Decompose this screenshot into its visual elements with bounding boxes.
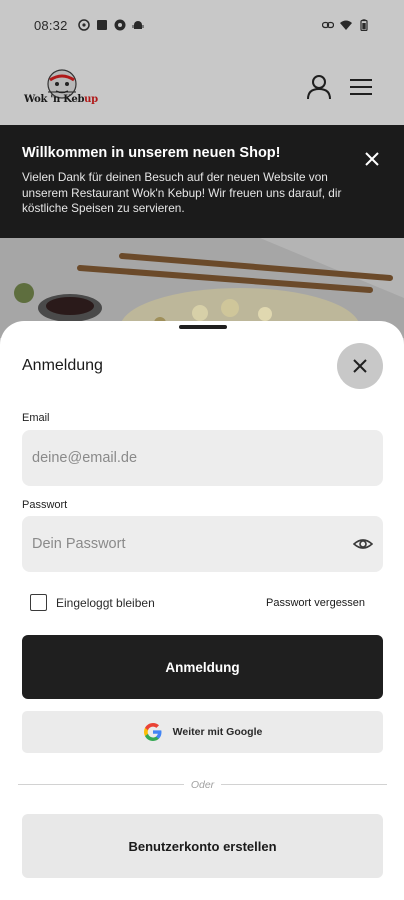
google-login-button[interactable]: Weiter mit Google bbox=[22, 711, 383, 753]
divider: Oder bbox=[18, 779, 387, 791]
user-icon[interactable] bbox=[306, 74, 332, 100]
app-header: Wok 'n Kebup bbox=[0, 50, 404, 125]
email-field-container bbox=[22, 430, 383, 486]
status-time: 08:32 bbox=[34, 17, 68, 33]
close-icon[interactable] bbox=[364, 151, 380, 167]
banner-title: Willkommen in unserem neuen Shop! bbox=[22, 145, 281, 161]
status-bar: 08:32 bbox=[0, 0, 404, 50]
password-field[interactable] bbox=[32, 536, 353, 552]
sheet-title: Anmeldung bbox=[22, 357, 103, 374]
android-icon bbox=[132, 21, 144, 29]
messenger-icon bbox=[77, 19, 90, 31]
google-icon bbox=[143, 723, 162, 741]
remember-label: Eingeloggt bleiben bbox=[56, 595, 155, 610]
remember-me[interactable]: Eingeloggt bleiben bbox=[30, 594, 155, 611]
battery-icon bbox=[360, 19, 368, 31]
banner-text: Vielen Dank für deinen Besuch auf der ne… bbox=[22, 170, 342, 215]
wifi-icon bbox=[340, 20, 352, 30]
forgot-password-link[interactable]: Passwort vergessen bbox=[266, 597, 365, 609]
eye-icon[interactable] bbox=[353, 534, 373, 554]
password-label: Passwort bbox=[22, 499, 68, 511]
google-button-label: Weiter mit Google bbox=[172, 726, 263, 738]
close-icon bbox=[353, 359, 367, 373]
menu-icon[interactable] bbox=[350, 77, 374, 97]
logo[interactable] bbox=[22, 62, 102, 114]
vpn-key-icon bbox=[114, 19, 126, 31]
login-sheet: Anmeldung Email Passwort Eingeloggt blei… bbox=[0, 321, 404, 900]
welcome-banner: Willkommen in unserem neuen Shop! Vielen… bbox=[0, 125, 404, 238]
divider-text: Oder bbox=[190, 779, 215, 791]
password-field-container bbox=[22, 516, 383, 572]
email-label: Email bbox=[22, 412, 50, 424]
create-account-button[interactable]: Benutzerkonto erstellen bbox=[22, 814, 383, 878]
login-button[interactable]: Anmeldung bbox=[22, 635, 383, 699]
remember-checkbox[interactable] bbox=[30, 594, 47, 611]
email-field[interactable] bbox=[32, 450, 373, 466]
square-app-icon bbox=[96, 20, 107, 30]
close-button[interactable] bbox=[337, 343, 383, 389]
link-icon bbox=[322, 21, 334, 29]
drag-handle[interactable] bbox=[179, 325, 227, 329]
logo-text: Wok 'n Kebup bbox=[24, 94, 98, 105]
